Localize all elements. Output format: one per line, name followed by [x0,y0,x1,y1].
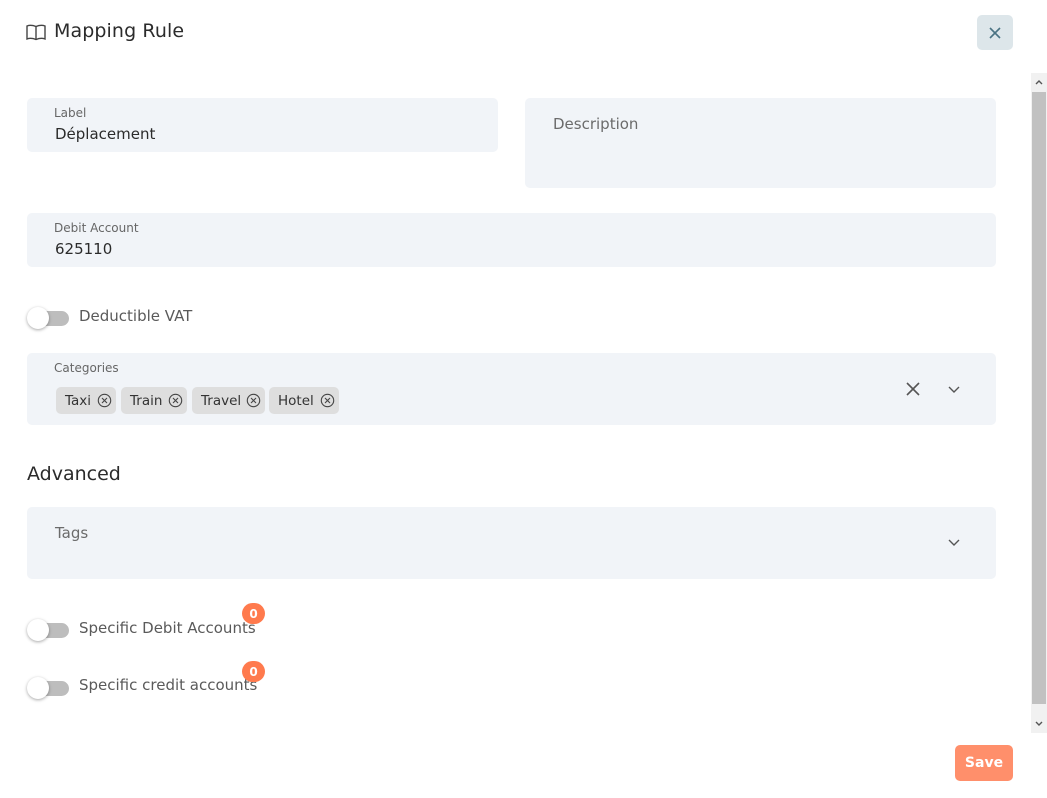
tags-field[interactable]: Tags [27,507,996,579]
toggle-knob [27,307,49,329]
scroll-up-icon[interactable] [1033,76,1045,88]
label-field[interactable]: Label Déplacement [27,98,498,152]
specific-credit-accounts-toggle[interactable] [27,676,71,700]
chip-label: Train [130,392,163,409]
label-field-label: Label [54,106,87,120]
book-open-icon [26,24,46,41]
chevron-down-icon[interactable] [945,533,963,551]
clear-icon[interactable] [904,380,922,398]
categories-field[interactable]: Categories Taxi Train Travel Hotel [27,353,996,425]
deductible-vat-label: Deductible VAT [79,307,193,325]
dialog-title: Mapping Rule [54,20,185,42]
advanced-section-title: Advanced [27,463,121,485]
specific-debit-accounts-label: Specific Debit Accounts [79,619,256,637]
description-placeholder: Description [553,115,639,133]
category-chip-taxi[interactable]: Taxi [56,387,116,414]
category-chip-travel[interactable]: Travel [192,387,265,414]
category-chip-train[interactable]: Train [121,387,187,414]
chip-label: Hotel [278,392,314,409]
close-icon [989,26,1001,39]
scrollbar-thumb[interactable] [1032,92,1046,704]
description-field[interactable]: Description [525,98,996,188]
chip-label: Taxi [65,392,92,409]
remove-chip-icon[interactable] [246,393,261,408]
tags-placeholder: Tags [55,524,89,542]
specific-credit-count-badge: 0 [242,661,265,682]
remove-chip-icon[interactable] [168,393,183,408]
chevron-down-icon[interactable] [945,380,963,398]
categories-label: Categories [54,361,119,375]
remove-chip-icon[interactable] [97,393,112,408]
label-field-value[interactable]: Déplacement [55,125,155,143]
debit-account-label: Debit Account [54,221,139,235]
specific-debit-accounts-toggle[interactable] [27,618,71,642]
category-chip-hotel[interactable]: Hotel [269,387,339,414]
save-button[interactable]: Save [955,745,1013,781]
debit-account-field[interactable]: Debit Account 625110 [27,213,996,267]
specific-credit-accounts-label: Specific credit accounts [79,676,258,694]
deductible-vat-toggle[interactable] [27,306,71,330]
remove-chip-icon[interactable] [320,393,335,408]
debit-account-value[interactable]: 625110 [55,240,112,258]
specific-debit-count-badge: 0 [242,603,265,624]
toggle-knob [27,619,49,641]
close-button[interactable] [977,15,1013,50]
scroll-down-icon[interactable] [1033,718,1045,730]
toggle-knob [27,677,49,699]
chip-label: Travel [201,392,242,409]
dialog-header: Mapping Rule [0,0,1047,66]
